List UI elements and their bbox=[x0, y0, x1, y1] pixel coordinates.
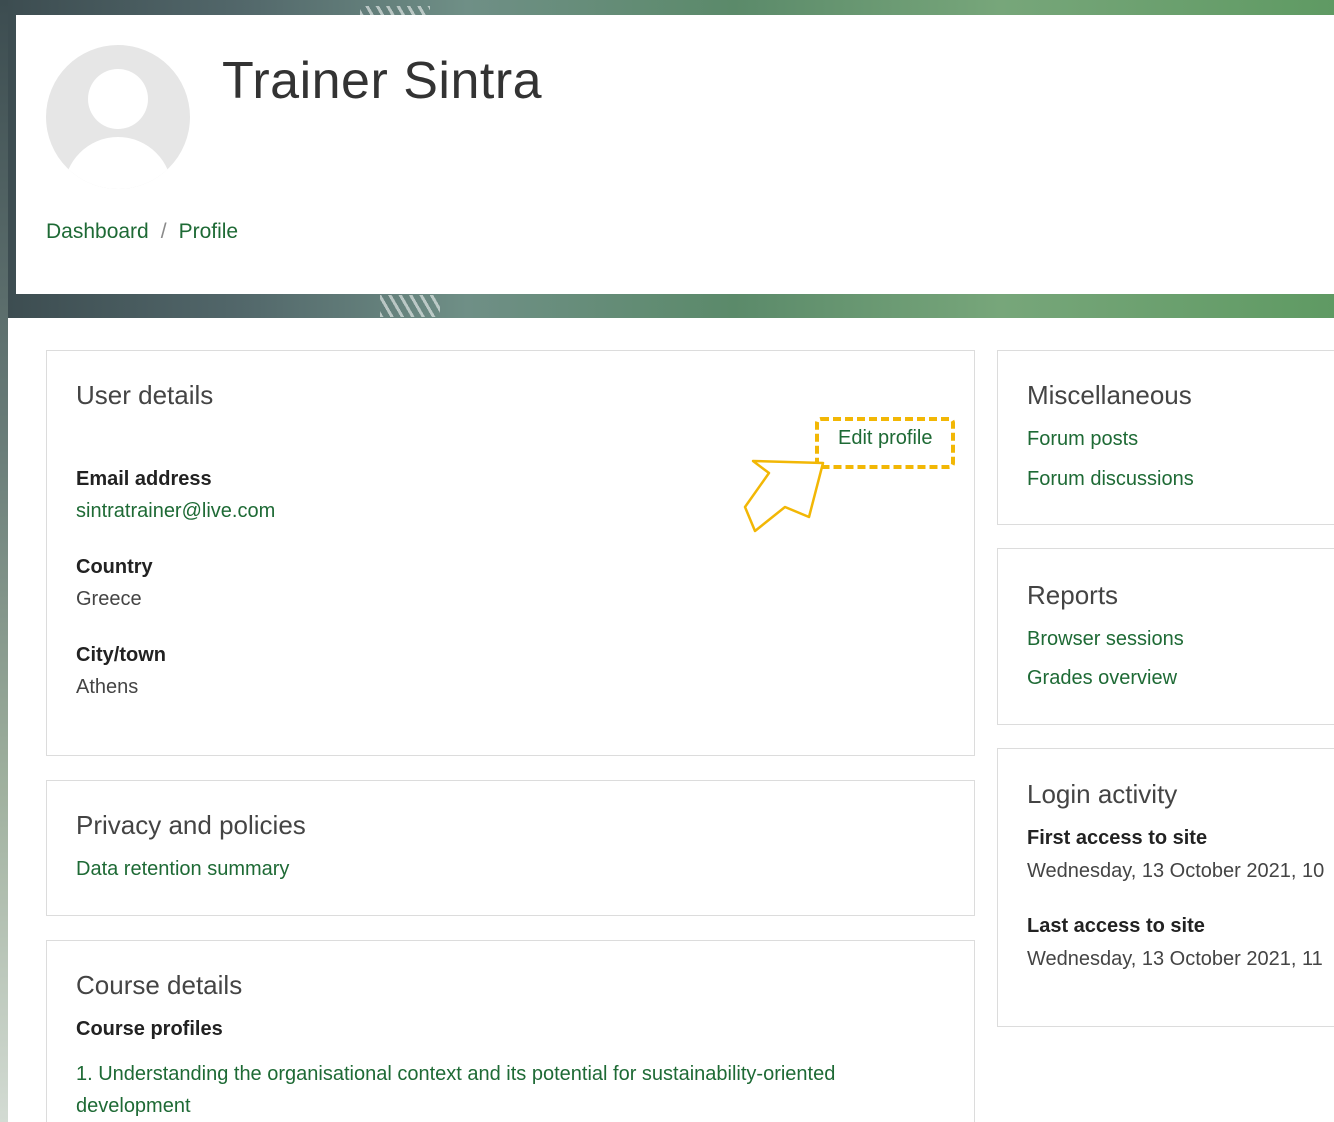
country-value: Greece bbox=[76, 588, 142, 610]
last-access-label: Last access to site bbox=[1027, 915, 1205, 937]
breadcrumb: Dashboard / Profile bbox=[46, 220, 238, 244]
login-activity-title: Login activity bbox=[1027, 779, 1178, 809]
pointing-hand-icon bbox=[743, 459, 825, 533]
city-label: City/town bbox=[76, 644, 166, 666]
email-value-link[interactable]: sintratrainer@live.com bbox=[76, 500, 275, 523]
breadcrumb-separator: / bbox=[160, 220, 167, 243]
background-decoration bbox=[360, 6, 430, 15]
data-retention-summary-link[interactable]: Data retention summary bbox=[76, 858, 289, 881]
city-value: Athens bbox=[76, 676, 139, 698]
forum-posts-link[interactable]: Forum posts bbox=[1027, 428, 1138, 451]
email-label: Email address bbox=[76, 468, 212, 490]
course-details-title: Course details bbox=[76, 970, 243, 1000]
forum-discussions-link[interactable]: Forum discussions bbox=[1027, 468, 1194, 491]
page-title: Trainer Sintra bbox=[222, 52, 543, 110]
user-details-card: User details Edit profile Email address … bbox=[46, 350, 975, 756]
last-access-value: Wednesday, 13 October 2021, 11 bbox=[1027, 948, 1323, 970]
first-access-label: First access to site bbox=[1027, 827, 1208, 849]
privacy-card: Privacy and policies Data retention summ… bbox=[46, 780, 975, 916]
avatar-head-shape bbox=[88, 69, 148, 129]
background-left-edge bbox=[0, 0, 8, 1122]
course-details-card: Course details Course profiles 1. Unders… bbox=[46, 940, 975, 1122]
miscellaneous-title: Miscellaneous bbox=[1027, 380, 1192, 410]
background-decoration bbox=[380, 295, 440, 317]
reports-title: Reports bbox=[1027, 580, 1119, 610]
first-access-value: Wednesday, 13 October 2021, 10 bbox=[1027, 860, 1325, 882]
main-content: User details Edit profile Email address … bbox=[16, 318, 1334, 1122]
user-details-title: User details bbox=[76, 380, 214, 410]
reports-card: Reports Browser sessions Grades overview bbox=[997, 548, 1334, 725]
page-header: Trainer Sintra Dashboard / Profile bbox=[16, 15, 1334, 294]
default-user-avatar-icon[interactable] bbox=[46, 45, 190, 189]
privacy-title: Privacy and policies bbox=[76, 810, 306, 840]
country-label: Country bbox=[76, 556, 153, 578]
course-profiles-label: Course profiles bbox=[76, 1018, 223, 1040]
avatar-shoulders-shape bbox=[64, 137, 172, 189]
browser-sessions-link[interactable]: Browser sessions bbox=[1027, 628, 1184, 651]
course-link[interactable]: 1. Understanding the organisational cont… bbox=[76, 1058, 926, 1122]
edit-profile-link[interactable]: Edit profile bbox=[838, 427, 933, 450]
breadcrumb-profile[interactable]: Profile bbox=[179, 220, 239, 244]
miscellaneous-card: Miscellaneous Forum posts Forum discussi… bbox=[997, 350, 1334, 525]
grades-overview-link[interactable]: Grades overview bbox=[1027, 667, 1177, 690]
login-activity-card: Login activity First access to site Wedn… bbox=[997, 748, 1334, 1027]
breadcrumb-dashboard[interactable]: Dashboard bbox=[46, 220, 149, 244]
